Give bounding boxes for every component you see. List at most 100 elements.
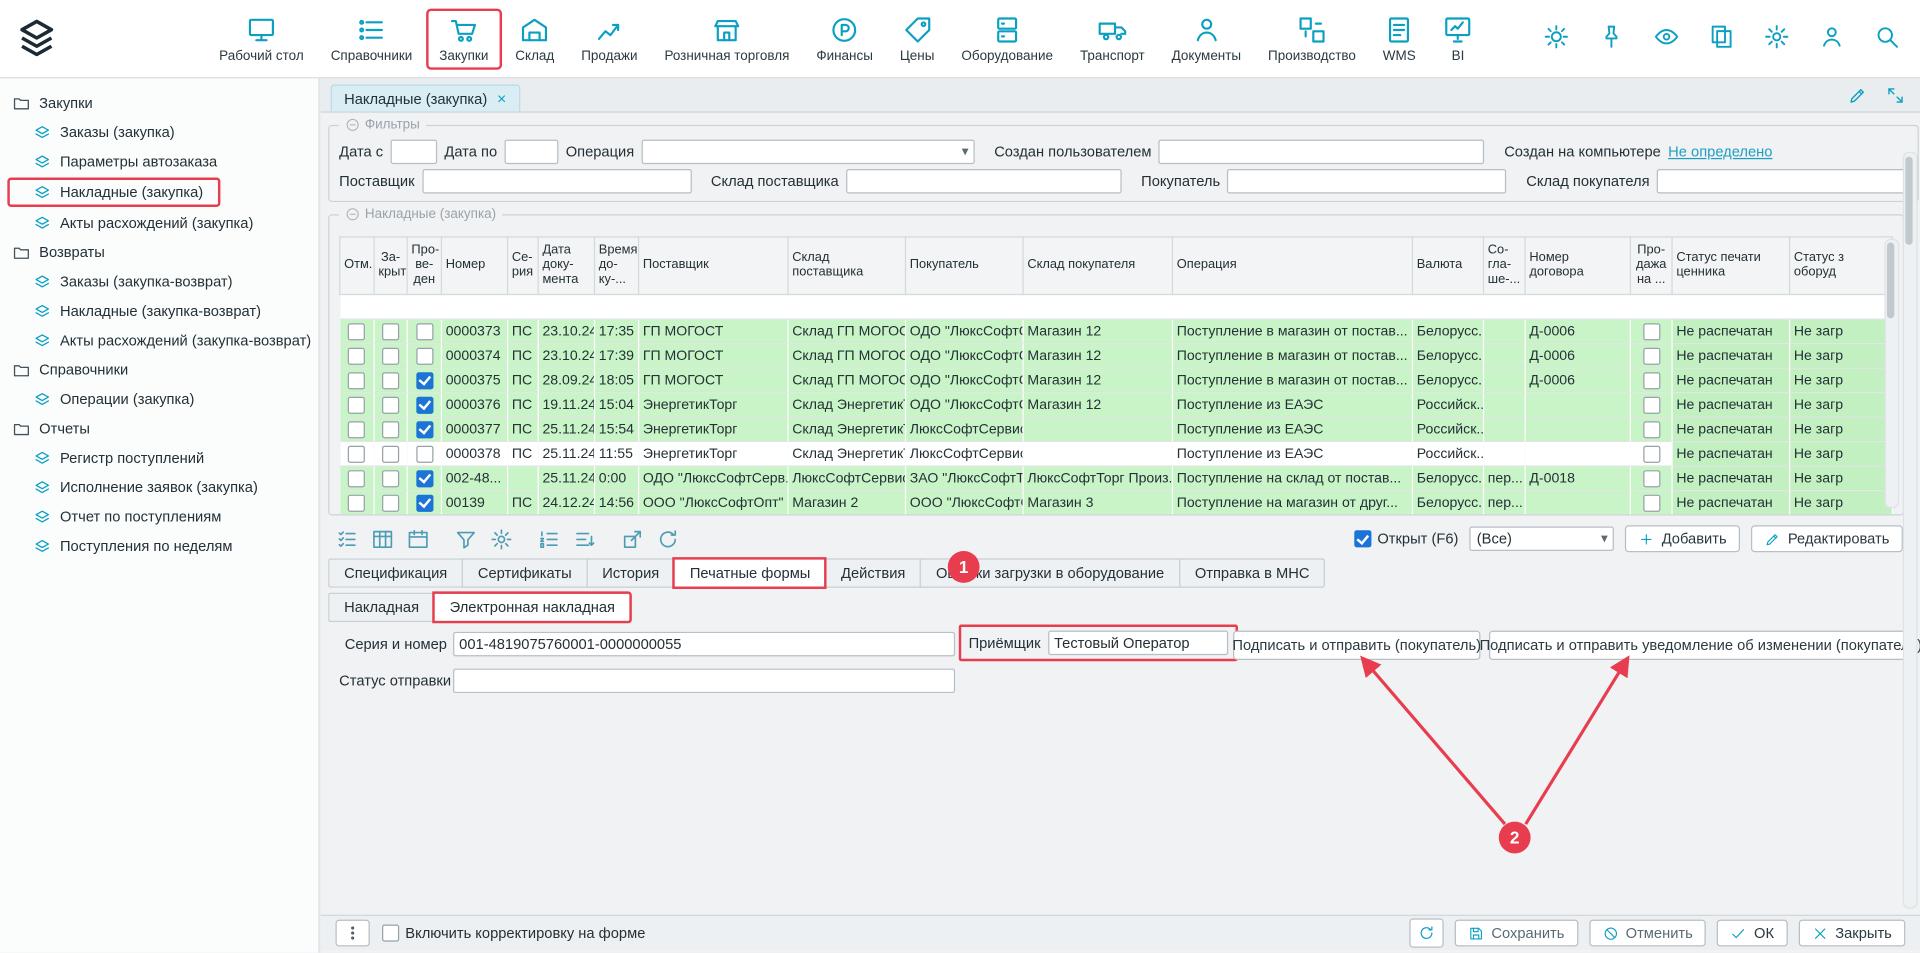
column-header[interactable]: За- крыт: [374, 237, 407, 295]
checkbox[interactable]: [1643, 494, 1660, 511]
cell-sale[interactable]: [1630, 368, 1672, 392]
column-header[interactable]: Склад поставщика: [788, 237, 906, 295]
menu-item-list[interactable]: Справочники: [317, 8, 426, 69]
column-header[interactable]: Склад покупателя: [1023, 237, 1172, 295]
edi-status-input[interactable]: [453, 669, 955, 693]
menu-item-desktop[interactable]: Рабочий стол: [206, 8, 318, 69]
document-tab[interactable]: Накладные (закупка) ×: [331, 84, 520, 111]
checkbox[interactable]: [382, 445, 399, 462]
column-header[interactable]: Про- ве- ден: [407, 237, 441, 295]
checkbox[interactable]: [348, 421, 365, 438]
checklist-icon[interactable]: [336, 527, 359, 550]
table-row[interactable]: 0000373ПС23.10.2417:35ГП МОГОСТСклад ГП …: [340, 319, 1893, 343]
open-filter-checkbox[interactable]: Открыт (F6): [1354, 530, 1458, 547]
main-scrollbar[interactable]: [1903, 152, 1918, 909]
cell-posted[interactable]: [407, 392, 441, 416]
checkbox[interactable]: [1354, 530, 1371, 547]
cell-posted[interactable]: [407, 441, 441, 465]
cell-sale[interactable]: [1630, 392, 1672, 416]
checkbox[interactable]: [382, 323, 399, 340]
sidebar-item[interactable]: Справочники: [0, 355, 318, 384]
cell-sale[interactable]: [1630, 490, 1672, 514]
add-button[interactable]: Добавить: [1625, 525, 1740, 552]
checkbox[interactable]: [348, 445, 365, 462]
cell-closed[interactable]: [374, 368, 407, 392]
cell-closed[interactable]: [374, 319, 407, 343]
checkbox[interactable]: [416, 494, 433, 511]
column-header[interactable]: Операция: [1172, 237, 1412, 295]
cell-otm[interactable]: [340, 343, 374, 367]
supplier-wh-input[interactable]: [846, 169, 1122, 193]
sign-send-button[interactable]: Подписать и отправить (покупатель): [1233, 631, 1480, 660]
clipboard-icon[interactable]: [1708, 23, 1735, 50]
column-header[interactable]: Со- гла- ше-...: [1483, 237, 1525, 295]
cell-sale[interactable]: [1630, 441, 1672, 465]
table-row[interactable]: 0000377ПС25.11.2415:54ЭнергетикТоргСклад…: [340, 417, 1893, 441]
sidebar-item[interactable]: Накладные (закупка-возврат): [0, 296, 318, 325]
cell-posted[interactable]: [407, 490, 441, 514]
checkbox[interactable]: [1643, 421, 1660, 438]
cell-otm[interactable]: [340, 441, 374, 465]
checkbox[interactable]: [416, 470, 433, 487]
checkbox[interactable]: [382, 396, 399, 413]
ok-button[interactable]: ОК: [1717, 920, 1787, 947]
checkbox[interactable]: [382, 421, 399, 438]
detail-tab-1[interactable]: Спецификация: [328, 558, 462, 587]
supplier-input[interactable]: [422, 169, 691, 193]
collapse-icon[interactable]: [345, 118, 360, 133]
sidebar-item[interactable]: Заказы (закупка): [0, 118, 318, 147]
sidebar-item[interactable]: Операции (закупка): [0, 384, 318, 413]
checkbox[interactable]: [1643, 445, 1660, 462]
sidebar-item[interactable]: Исполнение заявок (закупка): [0, 473, 318, 502]
sign-send-notice-button[interactable]: Подписать и отправить уведомление об изм…: [1489, 631, 1913, 660]
column-header[interactable]: Статус з оборуд: [1790, 237, 1893, 295]
menu-item-retail[interactable]: Розничная торговля: [651, 8, 803, 69]
checkbox[interactable]: [382, 924, 399, 941]
save-button[interactable]: Сохранить: [1455, 920, 1578, 947]
sidebar-item[interactable]: Акты расхождений (закупка-возврат): [0, 326, 318, 355]
detail-tab-5[interactable]: Действия: [825, 558, 920, 587]
column-header[interactable]: Валюта: [1412, 237, 1483, 295]
cell-sale[interactable]: [1630, 466, 1672, 490]
menu-item-presentation[interactable]: BI: [1429, 8, 1487, 69]
cell-otm[interactable]: [340, 392, 374, 416]
sidebar-item[interactable]: Заказы (закупка-возврат): [0, 267, 318, 296]
table-row[interactable]: 0000375ПС28.09.2418:05ГП МОГОСТСклад ГП …: [340, 368, 1893, 392]
column-header[interactable]: Статус печати ценника: [1672, 237, 1790, 295]
expand-icon[interactable]: [1886, 86, 1906, 106]
sub-tab-1[interactable]: Накладная: [328, 593, 434, 622]
receiver-input[interactable]: [1048, 631, 1228, 655]
cell-closed[interactable]: [374, 441, 407, 465]
cell-sale[interactable]: [1630, 343, 1672, 367]
checkbox[interactable]: [348, 470, 365, 487]
sort-icon[interactable]: [573, 527, 596, 550]
checkbox[interactable]: [1643, 396, 1660, 413]
table-row[interactable]: 0000376ПС19.11.2415:04ЭнергетикТоргСклад…: [340, 392, 1893, 416]
table-scrollbar[interactable]: [1884, 239, 1899, 508]
maximize-icon[interactable]: [1886, 86, 1906, 106]
sidebar-item[interactable]: Отчеты: [0, 414, 318, 443]
checkbox[interactable]: [416, 372, 433, 389]
table-row[interactable]: 0000374ПС23.10.2417:39ГП МОГОСТСклад ГП …: [340, 343, 1893, 367]
detail-tab-7[interactable]: Отправка в МНС: [1179, 558, 1325, 587]
menu-item-equipment[interactable]: Оборудование: [948, 8, 1067, 69]
checkbox[interactable]: [416, 421, 433, 438]
view-filter-select[interactable]: (Все)▾: [1469, 527, 1613, 551]
cell-otm[interactable]: [340, 490, 374, 514]
close-tab-icon[interactable]: ×: [497, 89, 506, 107]
cell-posted[interactable]: [407, 417, 441, 441]
buyer-input[interactable]: [1227, 169, 1506, 193]
checkbox[interactable]: [1643, 323, 1660, 340]
cell-otm[interactable]: [340, 368, 374, 392]
operation-select[interactable]: ▾: [642, 140, 975, 164]
detail-tab-3[interactable]: История: [586, 558, 674, 587]
cell-otm[interactable]: [340, 319, 374, 343]
column-header[interactable]: Про- дажа на ...: [1630, 237, 1672, 295]
brightness-icon[interactable]: [1543, 23, 1570, 50]
checkbox[interactable]: [382, 470, 399, 487]
cell-posted[interactable]: [407, 466, 441, 490]
table-icon[interactable]: [371, 527, 394, 550]
pin-icon[interactable]: [1598, 23, 1625, 50]
cell-sale[interactable]: [1630, 417, 1672, 441]
column-header[interactable]: Дата доку- мента: [538, 237, 594, 295]
